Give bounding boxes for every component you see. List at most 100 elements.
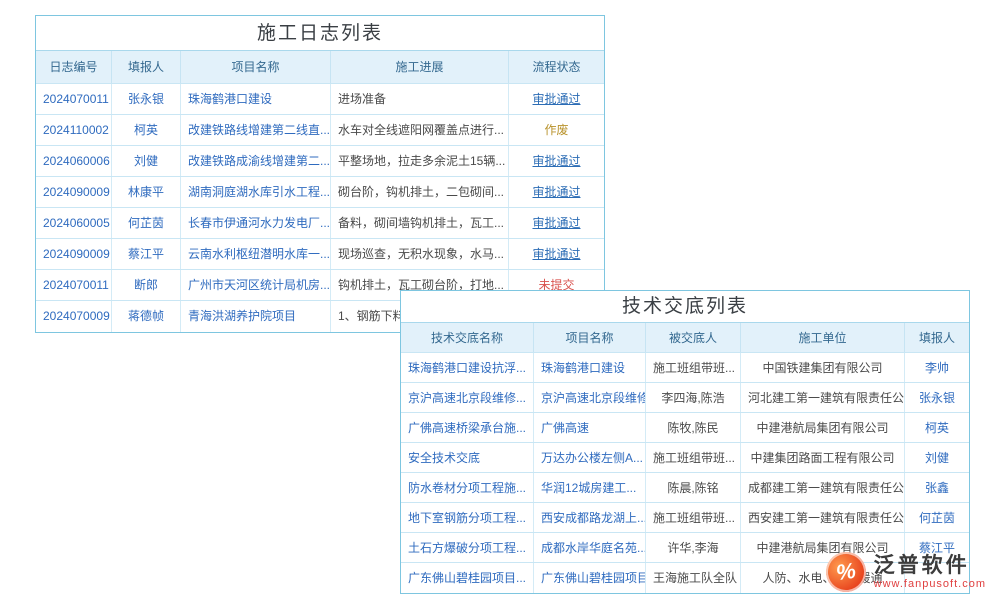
project-cell[interactable]: 京沪高速北京段维修 <box>533 383 645 412</box>
reporter-cell[interactable]: 李帅 <box>904 353 969 382</box>
persons-cell: 李四海,陈浩 <box>645 383 740 412</box>
unit-cell: 中建集团路面工程有限公司 <box>740 443 904 472</box>
status-cell[interactable]: 审批通过 <box>508 239 604 269</box>
column-header-disclosure-name: 技术交底名称 <box>401 323 533 352</box>
disclosure-name-cell[interactable]: 珠海鹤港口建设抗浮... <box>401 353 533 382</box>
project-cell[interactable]: 长春市伊通河水力发电厂... <box>180 208 330 238</box>
fanpu-logo-icon: % <box>823 549 868 594</box>
progress-cell: 现场巡查，无积水现象，水马... <box>330 239 508 269</box>
project-cell[interactable]: 广州市天河区统计局机房... <box>180 270 330 300</box>
table-row[interactable]: 2024090009林康平湖南洞庭湖水库引水工程...砌台阶，钩机排土，二包砌间… <box>36 177 604 208</box>
brand-watermark: % 泛普软件 www.fanpusoft.com <box>826 552 986 592</box>
project-cell[interactable]: 万达办公楼左侧A... <box>533 443 645 472</box>
table-row[interactable]: 京沪高速北京段维修...京沪高速北京段维修李四海,陈浩河北建工第一建筑有限责任公… <box>401 383 969 413</box>
project-cell[interactable]: 广佛高速 <box>533 413 645 442</box>
log-id-cell[interactable]: 2024090009 <box>36 239 111 269</box>
log-id-cell[interactable]: 2024060005 <box>36 208 111 238</box>
column-header-status: 流程状态 <box>508 51 604 83</box>
status-cell[interactable]: 审批通过 <box>508 208 604 238</box>
disclosure-name-cell[interactable]: 土石方爆破分项工程... <box>401 533 533 562</box>
project-cell[interactable]: 成都水岸华庭名苑... <box>533 533 645 562</box>
reporter-cell[interactable]: 林康平 <box>111 177 180 207</box>
log-id-cell[interactable]: 2024090009 <box>36 177 111 207</box>
progress-cell: 进场准备 <box>330 84 508 114</box>
persons-cell: 陈牧,陈民 <box>645 413 740 442</box>
tech-disclosure-window: 技术交底列表 技术交底名称 项目名称 被交底人 施工单位 填报人 珠海鹤港口建设… <box>400 290 970 594</box>
unit-cell: 河北建工第一建筑有限责任公司 <box>740 383 904 412</box>
log-id-cell[interactable]: 2024070009 <box>36 301 111 332</box>
table-row[interactable]: 2024060006刘健改建铁路成渝线增建第二...平整场地，拉走多余泥土15辆… <box>36 146 604 177</box>
reporter-cell[interactable]: 何芷茵 <box>111 208 180 238</box>
table-row[interactable]: 珠海鹤港口建设抗浮...珠海鹤港口建设施工班组带班...中国铁建集团有限公司李帅 <box>401 353 969 383</box>
disclosure-name-cell[interactable]: 京沪高速北京段维修... <box>401 383 533 412</box>
reporter-cell[interactable]: 何芷茵 <box>904 503 969 532</box>
reporter-cell[interactable]: 张永银 <box>111 84 180 114</box>
project-cell[interactable]: 珠海鹤港口建设 <box>180 84 330 114</box>
progress-cell: 备料，砌间墙钩机排土，瓦工... <box>330 208 508 238</box>
reporter-cell[interactable]: 刘健 <box>111 146 180 176</box>
table-row[interactable]: 防水卷材分项工程施...华润12城房建工...陈晨,陈铭成都建工第一建筑有限责任… <box>401 473 969 503</box>
persons-cell: 许华,李海 <box>645 533 740 562</box>
table-row[interactable]: 2024060005何芷茵长春市伊通河水力发电厂...备料，砌间墙钩机排土，瓦工… <box>36 208 604 239</box>
reporter-cell[interactable]: 断郎 <box>111 270 180 300</box>
table-row[interactable]: 广佛高速桥梁承台施...广佛高速陈牧,陈民中建港航局集团有限公司柯英 <box>401 413 969 443</box>
persons-cell: 王海施工队全队 <box>645 563 740 593</box>
reporter-cell[interactable]: 柯英 <box>111 115 180 145</box>
column-header-reporter: 填报人 <box>111 51 180 83</box>
column-header-unit: 施工单位 <box>740 323 904 352</box>
unit-cell: 西安建工第一建筑有限责任公司 <box>740 503 904 532</box>
disclosure-name-cell[interactable]: 防水卷材分项工程施... <box>401 473 533 502</box>
progress-cell: 平整场地，拉走多余泥土15辆... <box>330 146 508 176</box>
project-cell[interactable]: 广东佛山碧桂园项目 <box>533 563 645 593</box>
project-cell[interactable]: 湖南洞庭湖水库引水工程... <box>180 177 330 207</box>
persons-cell: 陈晨,陈铭 <box>645 473 740 502</box>
status-cell[interactable]: 作废 <box>508 115 604 145</box>
status-cell[interactable]: 审批通过 <box>508 177 604 207</box>
progress-cell: 砌台阶，钩机排土，二包砌间... <box>330 177 508 207</box>
table-row[interactable]: 安全技术交底万达办公楼左侧A...施工班组带班...中建集团路面工程有限公司刘健 <box>401 443 969 473</box>
window-title: 技术交底列表 <box>401 291 969 323</box>
table-row[interactable]: 2024110002柯英改建铁路线增建第二线直...水车对全线遮阳网覆盖点进行.… <box>36 115 604 146</box>
log-id-cell[interactable]: 2024070011 <box>36 270 111 300</box>
table-row[interactable]: 2024070011张永银珠海鹤港口建设进场准备审批通过 <box>36 84 604 115</box>
persons-cell: 施工班组带班... <box>645 443 740 472</box>
project-cell[interactable]: 珠海鹤港口建设 <box>533 353 645 382</box>
project-cell[interactable]: 华润12城房建工... <box>533 473 645 502</box>
column-header-progress: 施工进展 <box>330 51 508 83</box>
brand-name: 泛普软件 <box>874 554 986 578</box>
reporter-cell[interactable]: 张鑫 <box>904 473 969 502</box>
reporter-cell[interactable]: 蒋德帧 <box>111 301 180 332</box>
column-header-log-id: 日志编号 <box>36 51 111 83</box>
project-cell[interactable]: 西安成都路龙湖上... <box>533 503 645 532</box>
disclosure-name-cell[interactable]: 广东佛山碧桂园项目... <box>401 563 533 593</box>
brand-url[interactable]: www.fanpusoft.com <box>874 578 986 591</box>
reporter-cell[interactable]: 张永银 <box>904 383 969 412</box>
unit-cell: 中建港航局集团有限公司 <box>740 413 904 442</box>
column-header-reporter: 填报人 <box>904 323 969 352</box>
reporter-cell[interactable]: 蔡江平 <box>111 239 180 269</box>
disclosure-name-cell[interactable]: 广佛高速桥梁承台施... <box>401 413 533 442</box>
project-cell[interactable]: 云南水利枢纽潜明水库一... <box>180 239 330 269</box>
log-id-cell[interactable]: 2024060006 <box>36 146 111 176</box>
desktop: 施工日志列表 日志编号 填报人 项目名称 施工进展 流程状态 202407001… <box>0 0 1000 600</box>
persons-cell: 施工班组带班... <box>645 503 740 532</box>
progress-cell: 水车对全线遮阳网覆盖点进行... <box>330 115 508 145</box>
column-header-persons: 被交底人 <box>645 323 740 352</box>
reporter-cell[interactable]: 刘健 <box>904 443 969 472</box>
project-cell[interactable]: 改建铁路线增建第二线直... <box>180 115 330 145</box>
reporter-cell[interactable]: 柯英 <box>904 413 969 442</box>
project-cell[interactable]: 改建铁路成渝线增建第二... <box>180 146 330 176</box>
project-cell[interactable]: 青海洪湖养护院项目 <box>180 301 330 332</box>
persons-cell: 施工班组带班... <box>645 353 740 382</box>
unit-cell: 成都建工第一建筑有限责任公司 <box>740 473 904 502</box>
table-row[interactable]: 地下室钢筋分项工程...西安成都路龙湖上...施工班组带班...西安建工第一建筑… <box>401 503 969 533</box>
disclosure-name-cell[interactable]: 地下室钢筋分项工程... <box>401 503 533 532</box>
window-title: 施工日志列表 <box>36 16 604 51</box>
status-cell[interactable]: 审批通过 <box>508 84 604 114</box>
log-id-cell[interactable]: 2024070011 <box>36 84 111 114</box>
log-id-cell[interactable]: 2024110002 <box>36 115 111 145</box>
table-row[interactable]: 2024090009蔡江平云南水利枢纽潜明水库一...现场巡查，无积水现象，水马… <box>36 239 604 270</box>
disclosure-name-cell[interactable]: 安全技术交底 <box>401 443 533 472</box>
log-table-header: 日志编号 填报人 项目名称 施工进展 流程状态 <box>36 51 604 84</box>
status-cell[interactable]: 审批通过 <box>508 146 604 176</box>
